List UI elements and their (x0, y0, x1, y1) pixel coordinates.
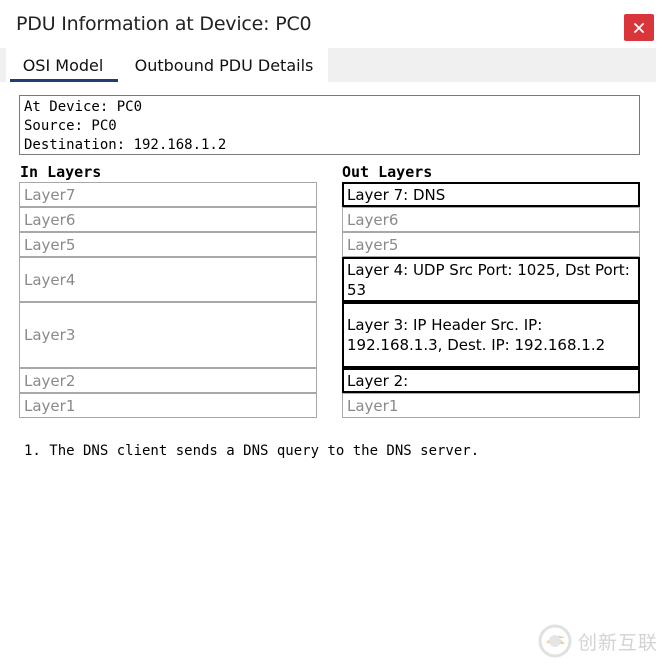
out-layers-heading: Out Layers (342, 163, 433, 181)
in-layer-4-label: Layer4 (24, 270, 76, 289)
in-layer-7-label: Layer7 (24, 185, 76, 204)
in-layer-2[interactable]: Layer2 (19, 368, 317, 393)
out-layer-5[interactable]: Layer5 (342, 232, 640, 257)
pdu-information-window: PDU Information at Device: PC0 OSI Model… (0, 0, 672, 672)
out-layer-2-label: Layer 2: (347, 371, 409, 390)
out-layer-5-label: Layer5 (347, 235, 399, 254)
tab-bar: OSI Model Outbound PDU Details (0, 48, 656, 82)
step-description: 1. The DNS client sends a DNS query to t… (24, 443, 480, 459)
watermark-text: 创新互联 (578, 631, 659, 654)
destination-line: Destination: 192.168.1.2 (24, 137, 227, 153)
device-info-box: At Device: PC0 Source: PC0 Destination: … (19, 95, 640, 155)
tab-outbound-pdu-details-label: Outbound PDU Details (134, 55, 314, 75)
out-layer-6-label: Layer6 (347, 210, 399, 229)
in-layers-heading: In Layers (20, 163, 102, 181)
in-layer-6-label: Layer6 (24, 210, 76, 229)
out-layer-6[interactable]: Layer6 (342, 207, 640, 232)
window-title: PDU Information at Device: PC0 (16, 13, 312, 35)
in-layer-5[interactable]: Layer5 (19, 232, 317, 257)
out-layer-4-label: Layer 4: UDP Src Port: 1025, Dst Port: 5… (347, 260, 630, 299)
active-tab-indicator (10, 79, 118, 82)
out-layer-3[interactable]: Layer 3: IP Header Src. IP: 192.168.1.3,… (342, 302, 640, 368)
source-line: Source: PC0 (24, 118, 117, 134)
out-layer-2[interactable]: Layer 2: (342, 368, 640, 393)
out-layer-4[interactable]: Layer 4: UDP Src Port: 1025, Dst Port: 5… (342, 257, 640, 302)
title-bar: PDU Information at Device: PC0 (0, 0, 672, 48)
at-device-line: At Device: PC0 (24, 99, 143, 115)
close-button[interactable] (624, 14, 654, 41)
watermark-logo: 创新互联 (538, 624, 668, 658)
close-icon (634, 22, 644, 33)
out-layer-7-label: Layer 7: DNS (347, 185, 446, 204)
in-layer-3[interactable]: Layer3 (19, 302, 317, 368)
out-layer-1[interactable]: Layer1 (342, 393, 640, 418)
in-layer-4[interactable]: Layer4 (19, 257, 317, 302)
in-layer-1-label: Layer1 (24, 396, 76, 415)
out-layer-3-label: Layer 3: IP Header Src. IP: 192.168.1.3,… (347, 316, 606, 354)
out-layer-7[interactable]: Layer 7: DNS (342, 182, 640, 207)
in-layer-1[interactable]: Layer1 (19, 393, 317, 418)
in-layer-5-label: Layer5 (24, 235, 76, 254)
out-layer-1-label: Layer1 (347, 396, 399, 415)
tab-osi-model[interactable]: OSI Model (6, 48, 120, 82)
in-layer-2-label: Layer2 (24, 371, 76, 390)
tab-osi-model-label: OSI Model (22, 55, 104, 75)
in-layer-3-label: Layer3 (24, 326, 76, 344)
tab-outbound-pdu-details[interactable]: Outbound PDU Details (120, 48, 328, 82)
in-layer-6[interactable]: Layer6 (19, 207, 317, 232)
in-layer-7[interactable]: Layer7 (19, 182, 317, 207)
watermark-logo-icon (538, 624, 572, 658)
